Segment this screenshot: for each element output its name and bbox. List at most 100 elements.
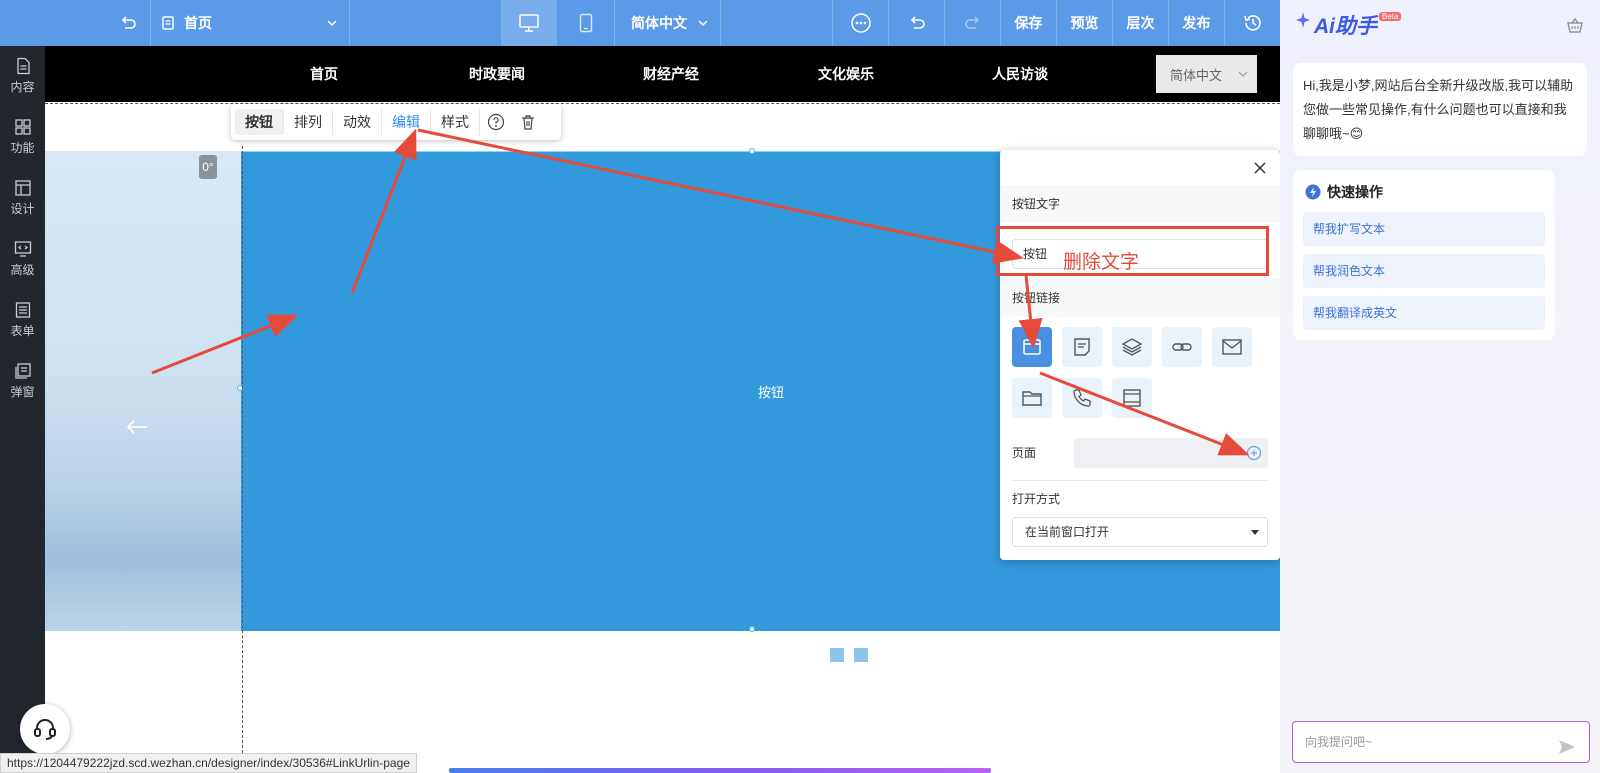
headset-icon [34,719,56,740]
arrow-left-icon[interactable] [125,419,149,438]
undo-icon [910,16,925,29]
nav-item-politics[interactable]: 时政要闻 [445,46,549,102]
ai-chat-input[interactable]: 向我提问吧~ [1292,721,1590,763]
popup-icon [14,363,31,379]
close-icon[interactable] [1250,158,1270,178]
sparkle-icon [1296,12,1310,28]
nav-item-finance[interactable]: 财经产经 [619,46,723,102]
tab-arrange[interactable]: 排列 [284,109,333,135]
tab-edit[interactable]: 编辑 [382,109,431,135]
left-sidebar: 内容 功能 设计 高级 表单 弹窗 [0,46,45,773]
save-button[interactable]: 保存 [1001,0,1056,46]
sidebar-item-function[interactable]: 功能 [0,109,45,165]
layers-button[interactable]: 层次 [1113,0,1168,46]
link-type-article-button[interactable] [1062,327,1102,367]
button-text-section-title: 按钮文字 [1000,185,1280,223]
page-select[interactable]: 首页 [160,0,350,46]
sidebar-item-label: 高级 [10,263,35,277]
sidebar-item-popup[interactable]: 弹窗 [0,353,45,409]
site-navigation: 首页 时政要闻 财经产经 文化娱乐 人民访谈 简体中文 [45,46,1280,102]
page-picker[interactable] [1074,438,1268,468]
previous-slide-image [45,151,241,631]
sidebar-item-form[interactable]: 表单 [0,292,45,348]
sidebar-item-advanced[interactable]: 高级 [0,231,45,287]
slide-dot[interactable] [830,648,844,662]
sidebar-item-label: 弹窗 [10,385,35,399]
link-type-layer-button[interactable] [1112,327,1152,367]
tab-button[interactable]: 按钮 [235,109,284,135]
loading-progress-bar [449,768,991,773]
redo-icon [964,16,979,29]
beta-badge: Beta [1379,12,1402,21]
form-icon [15,302,30,318]
nav-item-interview[interactable]: 人民访谈 [968,46,1072,102]
sidebar-item-content[interactable]: 内容 [0,48,45,104]
nav-item-home[interactable]: 首页 [280,46,368,102]
quick-actions-title: 快速操作 [1305,182,1383,202]
slide-button-text[interactable]: 按钮 [741,382,801,401]
back-icon[interactable] [108,0,148,46]
site-language-select[interactable]: 简体中文 [1156,55,1257,93]
trash-icon[interactable] [512,113,544,131]
customer-support-button[interactable] [20,704,70,754]
annotation-text: 删除文字 [1063,252,1140,273]
slide-dot[interactable] [854,648,868,662]
desktop-view-button[interactable] [501,0,557,46]
sidebar-item-label: 表单 [10,324,35,338]
element-toolbar: 按钮 排列 动效 编辑 样式 [231,104,561,140]
mobile-view-button[interactable] [557,0,614,46]
undo-button[interactable] [889,0,944,46]
redo-button[interactable] [945,0,1000,46]
resize-handle-bottom[interactable] [749,626,755,632]
link-icon [1172,343,1192,351]
email-icon [1222,339,1242,355]
language-select[interactable]: 简体中文 [620,0,720,46]
quick-actions-label: 快速操作 [1327,184,1383,200]
link-type-url-button[interactable] [1162,327,1202,367]
sidebar-item-label: 内容 [10,80,35,94]
help-icon[interactable] [480,113,512,131]
desktop-icon [519,14,539,32]
browser-window-icon [1023,339,1041,355]
link-type-phone-button[interactable] [1062,378,1102,418]
quick-action-expand[interactable]: 帮我扩写文本 [1303,212,1545,246]
popup-window-icon [1123,389,1141,407]
publish-button[interactable]: 发布 [1169,0,1224,46]
chevron-down-icon [1238,71,1248,77]
ai-chat-placeholder: 向我提问吧~ [1305,735,1373,749]
nav-item-culture[interactable]: 文化娱乐 [794,46,898,102]
tab-style[interactable]: 样式 [431,109,480,135]
tab-animation[interactable]: 动效 [333,109,382,135]
slide-indicators [806,648,868,662]
layers-icon [1121,338,1143,356]
selection-guide-horizontal [45,103,1280,104]
link-type-file-button[interactable] [1012,378,1052,418]
open-mode-select[interactable]: 在当前窗口打开 [1012,517,1268,547]
sidebar-item-label: 设计 [10,202,35,216]
add-circle-icon[interactable] [1246,445,1262,464]
page-select-label: 首页 [184,15,212,31]
site-language-label: 简体中文 [1170,67,1223,83]
history-button[interactable] [1225,0,1280,46]
slide-dot[interactable] [806,648,820,662]
quick-action-polish[interactable]: 帮我润色文本 [1303,254,1545,288]
send-icon[interactable] [1557,733,1577,773]
link-type-email-button[interactable] [1212,327,1252,367]
link-type-popup-button[interactable] [1112,378,1152,418]
open-mode-label: 打开方式 [1012,492,1061,506]
preview-button[interactable]: 预览 [1057,0,1112,46]
code-monitor-icon [14,241,31,257]
divider [1012,480,1268,481]
quick-action-translate[interactable]: 帮我翻译成英文 [1303,296,1545,330]
more-button[interactable] [833,0,888,46]
mobile-icon [579,13,592,33]
chevron-down-icon [327,20,337,27]
ai-assistant-panel: Ai助手 Beta Hi,我是小梦,网站后台全新升级改版,我可以辅助您做一些常见… [1280,0,1600,773]
language-label: 简体中文 [631,15,687,31]
history-icon [1243,15,1261,31]
link-type-page-button[interactable] [1012,327,1052,367]
sidebar-item-design[interactable]: 设计 [0,170,45,226]
note-icon [1074,338,1090,356]
basket-icon[interactable] [1566,16,1584,37]
resize-handle-top[interactable] [749,148,755,154]
